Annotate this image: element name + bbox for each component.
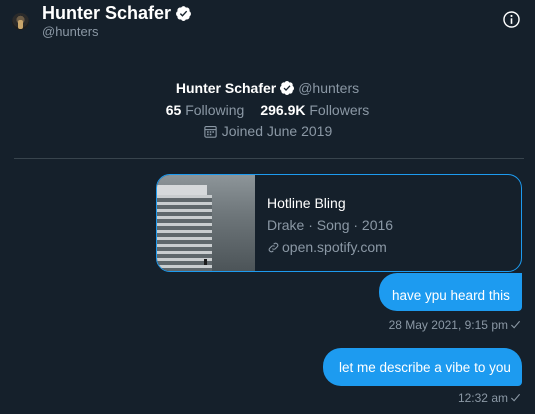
header-display-name[interactable]: Hunter Schafer <box>42 3 171 24</box>
header-handle: @hunters <box>42 24 99 39</box>
followers-label: Followers <box>309 102 370 118</box>
profile-handle: @hunters <box>298 80 360 96</box>
conversation-header: Hunter Schafer @hunters <box>0 0 535 44</box>
following-count: 65 <box>165 102 182 118</box>
link-preview-card[interactable]: Hotline Bling Drake · Song · 2016 open.s… <box>156 174 522 272</box>
profile-summary-name[interactable]: Hunter Schafer @hunters <box>0 80 535 100</box>
joined-text: Joined June 2019 <box>221 123 333 139</box>
message-timestamp: 28 May 2021, 9:15 pm <box>389 318 521 332</box>
verified-badge-icon <box>176 6 191 21</box>
card-link-text: open.spotify.com <box>282 239 387 255</box>
album-art-thumbnail <box>157 175 255 271</box>
divider <box>14 158 524 159</box>
card-subtitle: Drake · Song · 2016 <box>267 217 394 233</box>
link-icon <box>268 242 279 253</box>
sent-check-icon <box>510 320 521 329</box>
timestamp-text: 12:32 am <box>457 391 508 405</box>
message-bubble[interactable]: let me describe a vibe to you <box>323 348 522 386</box>
avatar[interactable] <box>12 13 29 30</box>
calendar-icon <box>204 125 217 138</box>
followers-link[interactable]: 296.9K Followers <box>260 102 369 118</box>
message-timestamp: 12:32 am <box>458 391 521 405</box>
verified-badge-icon <box>280 81 295 95</box>
info-icon[interactable] <box>502 10 521 29</box>
profile-display-name[interactable]: Hunter Schafer <box>176 80 276 96</box>
following-link[interactable]: 65 Following <box>166 102 245 118</box>
profile-stats: 65 Following 296.9K Followers <box>0 102 535 122</box>
timestamp-text: 28 May 2021, 9:15 pm <box>388 318 508 332</box>
card-link[interactable]: open.spotify.com <box>267 239 517 257</box>
message-bubble[interactable]: have ypu heard this <box>379 273 522 311</box>
joined-date: Joined June 2019 <box>0 123 535 143</box>
sent-check-icon <box>510 393 521 402</box>
card-title: Hotline Bling <box>267 195 346 211</box>
following-label: Following <box>185 102 245 118</box>
followers-count: 296.9K <box>260 102 306 118</box>
